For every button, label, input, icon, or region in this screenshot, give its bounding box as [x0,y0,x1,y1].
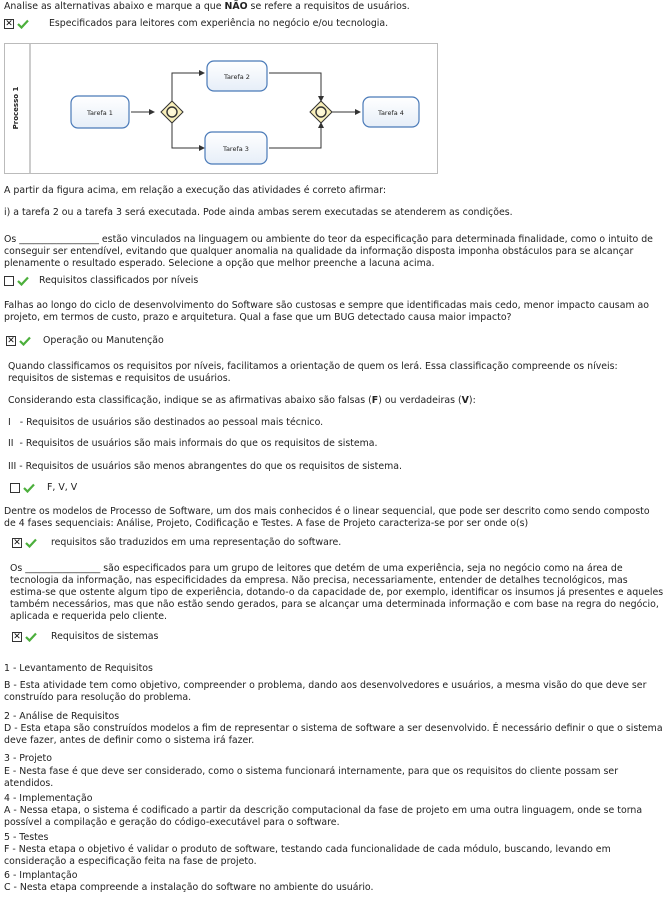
q1-prompt-text-end: se refere a requisitos de usuários. [247,1,410,12]
phase-1-head: 1 - Levantamento de Requisitos [4,663,153,674]
q6-answer-text: requisitos são traduzidos em uma represe… [51,537,342,548]
svg-text:Tarefa 1: Tarefa 1 [86,109,113,117]
phase-1-body: B - Esta atividade tem como objetivo, co… [4,680,647,703]
inclusive-gateway-join [309,100,333,124]
svg-text:Tarefa 3: Tarefa 3 [222,145,249,153]
q5-item-1: I - Requisitos de usuários são destinado… [8,417,324,428]
phase-4-body: A - Nessa etapa, o sistema é codificado … [4,805,643,828]
q5-intro: Quando classificamos os requisitos por n… [8,361,618,384]
pool-label: Processo 1 [12,87,20,130]
q7-answer-row: ✕ Requisitos de sistemas [12,631,158,643]
q5-answer-text: F, V, V [47,482,78,493]
correct-check-icon [17,276,29,286]
q5-instr-text-mid: ) ou verdadeiras ( [378,395,462,406]
phase-5-body: F - Nesta etapa o objetivo é validar o p… [4,844,611,867]
q5-item-3: III - Requisitos de usuários são menos a… [8,461,402,472]
phase-2-body: D - Esta etapa são construídos modelos a… [4,723,663,746]
q3-answer-text: Requisitos classificados por níveis [39,275,199,286]
phase-3-head: 3 - Projeto [4,753,52,764]
q5-answer-row: F, V, V [10,482,77,494]
svg-text:Tarefa 4: Tarefa 4 [377,109,404,117]
task-3: Tarefa 3 [204,131,268,165]
q7-answer-text: Requisitos de sistemas [51,631,159,642]
q1-answer-checkbox[interactable]: ✕ [4,19,14,29]
correct-check-icon [19,336,31,346]
q6-answer-checkbox[interactable]: ✕ [12,538,22,548]
q5-instr-text-end: ): [468,395,476,406]
task-1: Tarefa 1 [70,95,130,129]
q4-answer-checkbox[interactable]: ✕ [6,336,16,346]
q1-answer-text: Especificados para leitores com experiên… [49,18,389,29]
svg-text:Tarefa 2: Tarefa 2 [223,73,250,81]
q2-intro: A partir da figura acima, em relação a e… [4,185,386,196]
task-4: Tarefa 4 [362,96,420,128]
phase-2-head: 2 - Análise de Requisitos [4,711,120,722]
phase-6-head: 6 - Implantação [4,870,78,881]
correct-check-icon [23,483,35,493]
q1-answer-row: ✕ Especificados para leitores com experi… [4,18,388,30]
q2-statement: i) a tarefa 2 ou a tarefa 3 será executa… [4,207,513,218]
q1-prompt-emphasis: NÃO [224,1,248,12]
correct-check-icon [25,538,37,548]
q1-prompt-text: Analise as alternativas abaixo e marque … [4,1,225,12]
phase-3-body: E - Nesta fase é que deve ser considerad… [4,766,619,789]
correct-check-icon [25,632,37,642]
question-1-prompt: Analise as alternativas abaixo e marque … [4,1,664,13]
q3-prompt: Os _________________ estão vinculados na… [4,234,653,269]
q7-prompt: Os ________________ são especificados pa… [10,563,664,622]
q4-answer-text: Operação ou Manutenção [43,335,164,346]
process-diagram: Processo 1 Tarefa 1 Tarefa 2 Tarefa 3 Ta… [4,43,438,174]
q7-answer-checkbox[interactable]: ✕ [12,632,22,642]
q4-prompt: Falhas ao longo do ciclo de desenvolvime… [4,300,650,323]
q5-item-2: II - Requisitos de usuários são mais inf… [8,438,378,449]
phase-5-head: 5 - Testes [4,832,49,843]
q6-answer-row: ✕ requisitos são traduzidos em uma repre… [12,537,341,549]
inclusive-gateway-split [160,100,184,124]
correct-check-icon [17,19,29,29]
phase-6-body: C - Nesta etapa compreende a instalação … [4,882,374,893]
q3-answer-checkbox[interactable] [4,276,14,286]
q5-answer-checkbox[interactable] [10,483,20,493]
q5-instruction: Considerando esta classificação, indique… [8,395,668,407]
task-2: Tarefa 2 [206,60,268,92]
q5-instr-text: Considerando esta classificação, indique… [8,395,372,406]
q5-instr-true: V [461,395,469,406]
q6-prompt: Dentre os modelos de Processo de Softwar… [4,506,650,529]
phase-4-head: 4 - Implementação [4,793,93,804]
q3-answer-row: Requisitos classificados por níveis [4,275,198,287]
q4-answer-row: ✕ Operação ou Manutenção [6,335,164,347]
